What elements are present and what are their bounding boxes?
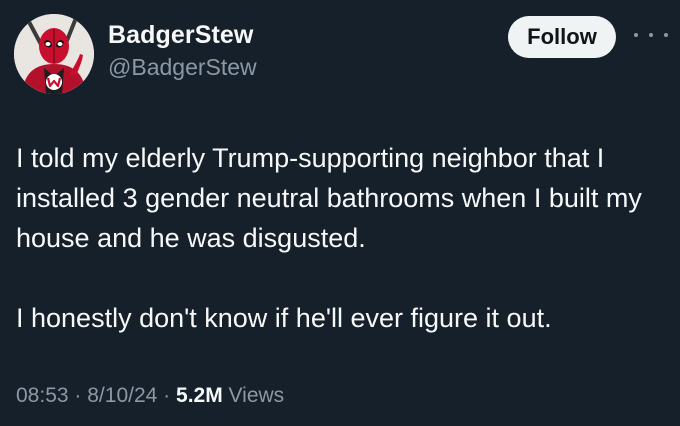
views-count: 5.2M	[176, 384, 223, 407]
more-horizontal-icon[interactable]	[634, 28, 668, 42]
tweet-time[interactable]: 08:53	[16, 384, 69, 407]
meta-separator: ·	[74, 384, 82, 407]
user-handle[interactable]: @BadgerStew	[108, 52, 257, 82]
tweet-card: BadgerStew @BadgerStew Follow I told my …	[0, 0, 680, 426]
more-dot	[649, 33, 653, 37]
tweet-date[interactable]: 8/10/24	[87, 384, 157, 407]
tweet-meta: 08:53 · 8/10/24 · 5.2M Views	[16, 382, 284, 410]
tweet-paragraph: I told my elderly Trump-supporting neigh…	[16, 143, 642, 253]
meta-separator: ·	[163, 384, 171, 407]
avatar[interactable]	[14, 14, 94, 94]
tweet-paragraph: I honestly don't know if he'll ever figu…	[16, 303, 552, 333]
author-info: BadgerStew @BadgerStew	[108, 20, 257, 82]
display-name[interactable]: BadgerStew	[108, 20, 257, 50]
views-label: Views	[228, 384, 285, 407]
follow-button[interactable]: Follow	[508, 16, 616, 58]
tweet-body: I told my elderly Trump-supporting neigh…	[16, 138, 666, 338]
more-dot	[664, 33, 668, 37]
more-dot	[634, 33, 638, 37]
masked-hero-avatar-icon	[14, 14, 94, 94]
